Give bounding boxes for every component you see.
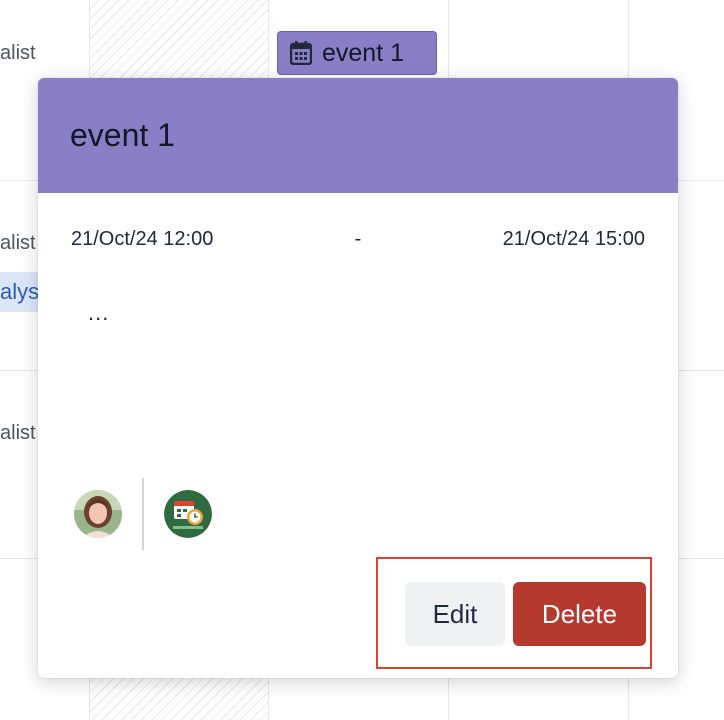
calendar-app-logo[interactable]: [164, 490, 212, 538]
event-chip-label: event 1: [322, 38, 405, 67]
event-time-range: 21/Oct/24 12:00 - 21/Oct/24 15:00: [71, 228, 645, 251]
highlighted-row-label[interactable]: alys: [0, 272, 40, 312]
edit-button[interactable]: Edit: [405, 582, 505, 646]
attendee-divider: [142, 478, 144, 550]
event-end-time: 21/Oct/24 15:00: [502, 228, 645, 250]
resource-row-label: alist: [0, 422, 36, 444]
event-popover: event 1 21/Oct/24 12:00 - 21/Oct/24 15:0…: [38, 78, 678, 678]
popover-header: event 1: [38, 78, 678, 193]
user-avatar[interactable]: [74, 490, 122, 538]
user-avatar-image: [74, 490, 122, 538]
resource-row-label: alist: [0, 42, 36, 64]
event-description: ...: [88, 300, 110, 325]
event-start-time: 21/Oct/24 12:00: [71, 228, 214, 250]
resource-row-label: alist: [0, 232, 36, 254]
delete-button[interactable]: Delete: [513, 582, 646, 646]
event-chip[interactable]: event 1: [277, 31, 437, 75]
calendar-icon: [290, 41, 312, 65]
event-title: event 1: [70, 117, 175, 153]
time-separator: -: [354, 228, 362, 250]
attendee-list: [74, 478, 212, 550]
calendar-app-logo-image: [164, 490, 212, 538]
